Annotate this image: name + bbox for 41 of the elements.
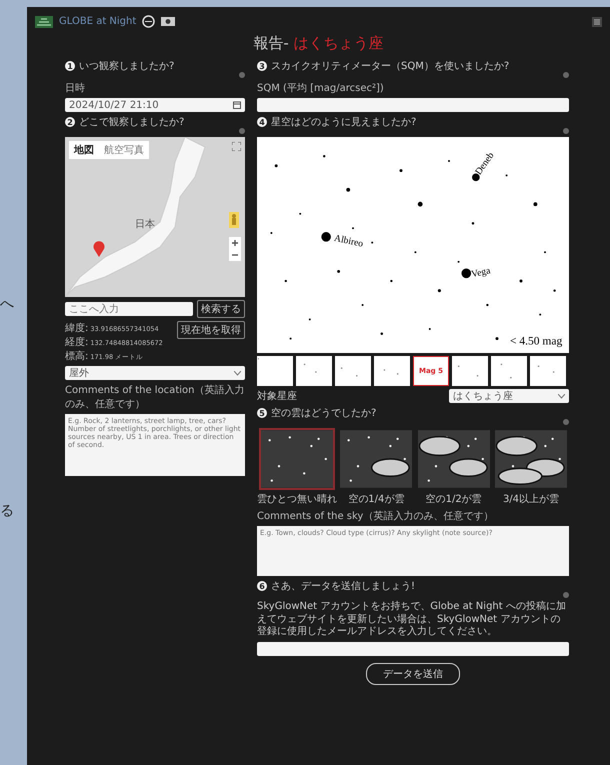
field-label: Comments of the location（英語入力のみ、任意です） [65,384,245,411]
backdrop-glyph: へ [0,296,15,311]
step-number: 5 [257,408,267,418]
page-title: 報告- はくちょう座 [252,34,385,53]
place-dropdown[interactable]: 屋外 [65,366,245,380]
map[interactable]: 地図 航空写真 日本 [65,137,245,297]
search-field[interactable]: ここへ入力 [65,302,193,316]
section-heading: さあ、データを送信しましょう! [271,580,416,593]
section-heading: いつ観察しましたか? [79,60,174,73]
step-number: 4 [257,117,267,127]
option-label: 空の1/4が雲 [348,492,404,506]
option-label: 雲ひとつ無い晴れ [257,492,337,506]
step-number: 1 [65,61,75,71]
locate-button[interactable]: 現在地を取得 [177,321,245,339]
submit-button[interactable]: データを送信 [366,662,460,684]
step-number: 6 [257,581,267,591]
section-heading: スカイクオリティメーター（SQM）を使いましたか? [271,60,510,73]
section-heading: どこで観察しましたか? [79,116,184,129]
section-heading: 星空はどのように見えましたか? [271,116,416,129]
date-field[interactable]: 2024/10/27 21:10 [65,98,245,112]
step-number: 3 [257,61,267,71]
logo-text: GLOBE at Night [59,16,136,27]
section-heading: 空の雲はどうでしたか? [271,406,376,420]
field-label: SQM (平均 [mag/arcsec²]) [257,82,385,95]
magnitude-limit-label: < 4.50 mag [510,335,562,348]
field-label: 対象星座 [257,390,297,403]
option-label: 空の1/2が雲 [426,492,482,506]
step-number: 2 [65,117,75,127]
backdrop-glyph: る [0,504,15,518]
email-instructions: SkyGlowNet アカウントをお持ちで、Globe at Night への投稿に加えてウェブサイトを更新したい場合は、SkyGlowNet アカウントの登録に使用したメールアドレスを入力してください。 [257,601,567,638]
map-label: 日本 [135,218,155,231]
star-name: Vega [470,265,492,280]
field-label: Comments of the sky（英語入力のみ、任意です） [257,510,494,523]
star-name: Albireo [333,232,364,250]
search-button[interactable]: 検索する [197,300,245,318]
coordinate-label: 緯度: [65,322,88,335]
constellation-dropdown[interactable]: はくちょう座 [449,389,569,403]
coordinate-label: 標高: [65,350,88,363]
field-label: 日時 [65,82,86,95]
coordinate-label: 経度: [65,336,88,349]
option-label: 3/4以上が雲 [502,492,560,506]
